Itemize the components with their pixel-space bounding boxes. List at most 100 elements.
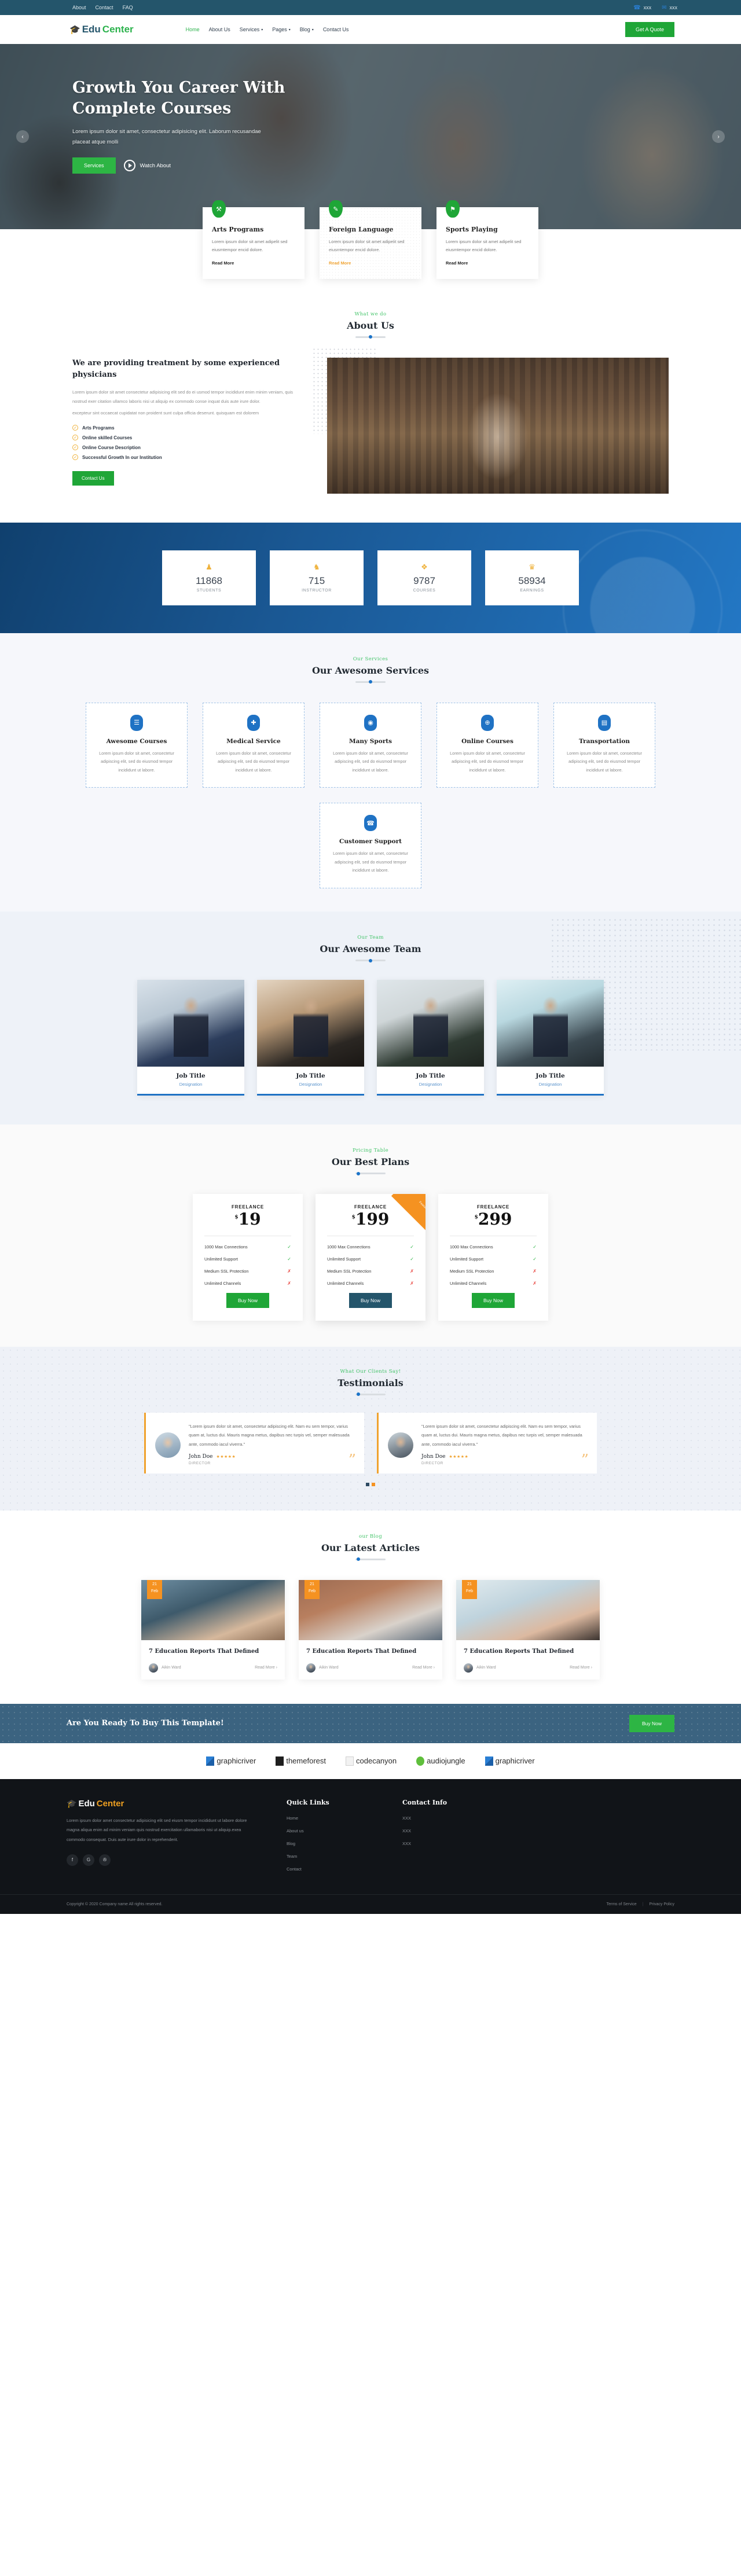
services-heading: Our Services Our Awesome Services bbox=[0, 656, 741, 683]
footer-link-about-us[interactable]: About us bbox=[287, 1828, 373, 1833]
plan-feature: Unlimited Support ✓ bbox=[325, 1256, 416, 1262]
about-contact-us-button[interactable]: Contact Us bbox=[72, 471, 114, 486]
nav-item-about-us[interactable]: About Us bbox=[209, 27, 230, 32]
sponsor-logo-graphicriver-2[interactable]: graphicriver bbox=[485, 1756, 535, 1766]
topbar-link-about[interactable]: About bbox=[72, 5, 86, 10]
graphicriver-logo-icon bbox=[485, 1756, 493, 1766]
blog-post-card[interactable]: 21 Feb 7 Education Reports That Defined A… bbox=[141, 1579, 285, 1680]
service-card[interactable]: ☎ Customer Support Lorem ipsum dolor sit… bbox=[320, 803, 421, 889]
testimonial-author-name: John Doe bbox=[189, 1453, 213, 1460]
sponsor-logo-themeforest[interactable]: themeforest bbox=[276, 1756, 326, 1766]
hero-watch-about-button[interactable]: Watch About bbox=[123, 160, 171, 172]
team-section: Our Team Our Awesome Team Job Title Desi… bbox=[0, 912, 741, 1125]
section-divider bbox=[355, 958, 386, 962]
testimonials-subtitle: What Our Clients Say! bbox=[340, 1368, 401, 1375]
feature-card[interactable]: ⚒ Arts Programs Lorem ipsum dolor sit am… bbox=[203, 200, 305, 279]
logo-text-center: Center bbox=[102, 24, 134, 35]
cross-icon: ✗ bbox=[410, 1280, 414, 1286]
service-card[interactable]: ▤ Transportation Lorem ipsum dolor sit a… bbox=[553, 702, 655, 788]
buy-now-button[interactable]: Buy Now bbox=[349, 1292, 392, 1308]
hero-actions: Services Watch About bbox=[72, 157, 700, 174]
blog-post-card[interactable]: 21 Feb 7 Education Reports That Defined A… bbox=[299, 1579, 442, 1680]
topbar-link-faq[interactable]: FAQ bbox=[123, 5, 133, 10]
nav-item-services[interactable]: Services ▾ bbox=[240, 27, 263, 32]
nav-item-blog[interactable]: Blog ▾ bbox=[300, 27, 314, 32]
sponsor-logo-graphicriver[interactable]: graphicriver bbox=[206, 1756, 256, 1766]
feature-card[interactable]: ✎ Foreign Language Lorem ipsum dolor sit… bbox=[320, 200, 421, 279]
footer-link-home[interactable]: Home bbox=[287, 1816, 373, 1821]
sponsor-logo-codecanyon[interactable]: codecanyon bbox=[346, 1756, 397, 1766]
counter-value: 9787 bbox=[413, 575, 435, 586]
privacy-policy-link[interactable]: Privacy Policy bbox=[649, 1902, 674, 1906]
team-member-card[interactable]: Job Title Designation bbox=[257, 980, 364, 1096]
feature-card[interactable]: ⚑ Sports Playing Lorem ipsum dolor sit a… bbox=[436, 200, 538, 279]
facebook-icon[interactable]: f bbox=[67, 1854, 78, 1866]
check-icon: ✓ bbox=[533, 1244, 537, 1250]
feature-read-more-link[interactable]: Read More bbox=[212, 260, 234, 266]
nav-item-pages[interactable]: Pages ▾ bbox=[272, 27, 291, 32]
nav-item-home[interactable]: Home bbox=[186, 27, 200, 32]
check-circle-icon: ✓ bbox=[72, 435, 78, 441]
testimonials-heading: What Our Clients Say! Testimonials bbox=[0, 1368, 741, 1397]
nav-label: Blog bbox=[299, 27, 310, 32]
chess-knight-icon: ♞ bbox=[313, 563, 320, 571]
service-card[interactable]: ✚ Medical Service Lorem ipsum dolor sit … bbox=[203, 702, 305, 788]
envelope-icon: ✉ bbox=[662, 4, 667, 11]
service-text: Lorem ipsum dolor sit amet, consectetur … bbox=[99, 750, 174, 773]
blog-author-name: Aikin Ward bbox=[319, 1666, 339, 1670]
cta-buy-now-button[interactable]: Buy Now bbox=[629, 1714, 674, 1732]
medical-cross-icon: ✚ bbox=[247, 714, 260, 731]
team-member-name: Job Title bbox=[416, 1072, 445, 1080]
topbar-email[interactable]: ✉ xxx bbox=[662, 5, 677, 11]
buy-now-button[interactable]: Buy Now bbox=[471, 1292, 515, 1308]
blog-read-more-link[interactable]: Read More › bbox=[570, 1666, 592, 1670]
carousel-dot-active[interactable] bbox=[372, 1482, 375, 1486]
testimonial-author: John Doe ★★★★★ bbox=[189, 1454, 355, 1460]
hero-prev-arrow[interactable]: ‹ bbox=[16, 130, 29, 143]
blog-heading: our Blog Our Latest Articles bbox=[0, 1534, 741, 1561]
service-card[interactable]: ☰ Awesome Courses Lorem ipsum dolor sit … bbox=[86, 702, 188, 788]
check-icon: ✓ bbox=[410, 1256, 414, 1262]
site-header: 🎓 Edu Center Home About Us Services ▾ Page… bbox=[0, 15, 741, 44]
site-logo[interactable]: 🎓 Edu Center bbox=[69, 24, 134, 35]
service-card[interactable]: ⊕ Online Courses Lorem ipsum dolor sit a… bbox=[436, 702, 538, 788]
feature-read-more-link[interactable]: Read More bbox=[329, 260, 351, 266]
terms-of-service-link[interactable]: Terms of Service bbox=[606, 1902, 636, 1906]
avatar bbox=[149, 1663, 158, 1673]
footer-link-team[interactable]: Team bbox=[287, 1854, 373, 1859]
footer-link-contact[interactable]: Contact bbox=[287, 1866, 373, 1872]
about-paragraph-2: excepteur sint occaecat cupidatat non pr… bbox=[72, 410, 259, 416]
topbar-phone[interactable]: ☎ xxx bbox=[633, 5, 651, 11]
service-card[interactable]: ◉ Many Sports Lorem ipsum dolor sit amet… bbox=[320, 702, 421, 788]
target-icon: ◉ bbox=[364, 714, 377, 731]
footer-link-blog[interactable]: Blog bbox=[287, 1841, 373, 1846]
carousel-dot[interactable] bbox=[366, 1482, 369, 1486]
team-member-card[interactable]: Job Title Designation bbox=[137, 980, 244, 1096]
pricing-card-featured: Featured FREELANCE $199 1000 Max Connect… bbox=[316, 1194, 425, 1321]
checklist-label: Online Course Description bbox=[82, 444, 141, 450]
check-icon: ✓ bbox=[533, 1256, 537, 1262]
blog-read-more-link[interactable]: Read More › bbox=[412, 1666, 435, 1670]
google-icon[interactable]: G bbox=[83, 1854, 94, 1866]
blog-read-more-link[interactable]: Read More › bbox=[255, 1666, 277, 1670]
nav-item-contact-us[interactable]: Contact Us bbox=[323, 27, 349, 32]
blog-post-image: 21 Feb bbox=[141, 1579, 285, 1640]
watch-about-label: Watch About bbox=[140, 162, 171, 169]
team-member-card[interactable]: Job Title Designation bbox=[497, 980, 604, 1096]
team-member-card[interactable]: Job Title Designation bbox=[377, 980, 484, 1096]
sponsor-logo-audiojungle[interactable]: audiojungle bbox=[416, 1756, 465, 1766]
user-icon: ♟ bbox=[206, 563, 212, 571]
blog-post-card[interactable]: 21 Feb 7 Education Reports That Defined A… bbox=[456, 1579, 600, 1680]
feature-read-more-link[interactable]: Read More bbox=[446, 260, 468, 266]
pricing-subtitle: Pricing Table bbox=[352, 1148, 389, 1154]
topbar-link-contact[interactable]: Contact bbox=[96, 5, 113, 10]
twitter-icon[interactable]: ✇ bbox=[99, 1854, 111, 1866]
get-a-quote-button[interactable]: Get A Quote bbox=[625, 22, 674, 37]
plan-feature: Unlimited Channels ✗ bbox=[447, 1281, 539, 1286]
hero-next-arrow[interactable]: › bbox=[712, 130, 725, 143]
hero-services-button[interactable]: Services bbox=[72, 157, 116, 174]
buy-now-button[interactable]: Buy Now bbox=[226, 1292, 269, 1308]
palette-icon: ⚒ bbox=[212, 200, 226, 218]
footer-logo[interactable]: 🎓 Edu Center bbox=[67, 1799, 258, 1809]
cross-icon: ✗ bbox=[410, 1268, 414, 1274]
